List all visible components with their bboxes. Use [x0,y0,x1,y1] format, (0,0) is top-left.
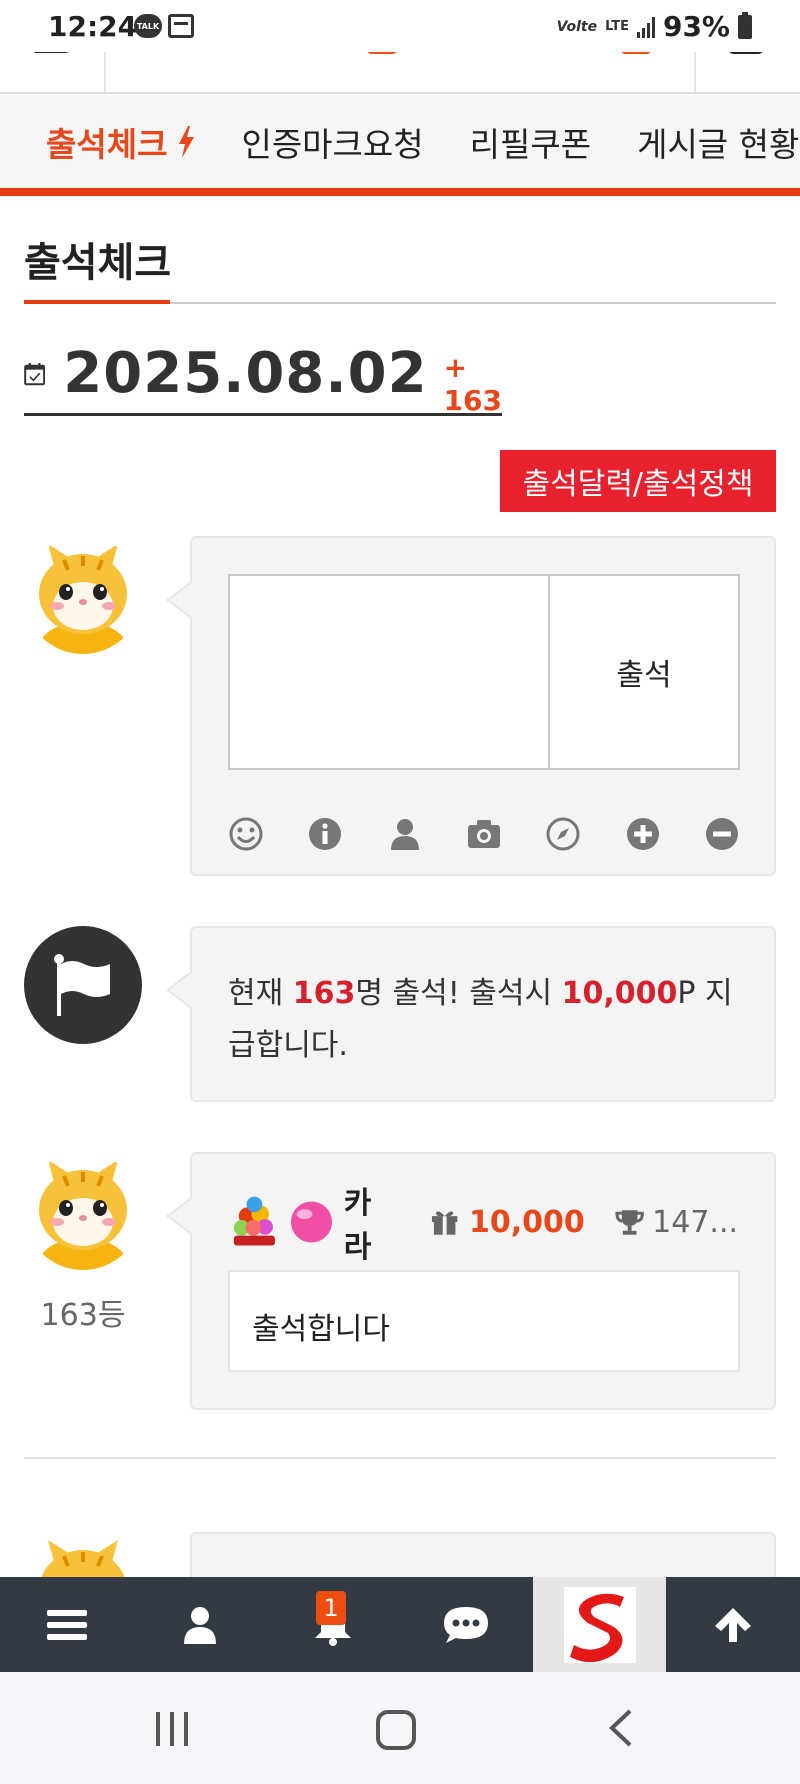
chat-icon [444,1606,488,1643]
chat-button[interactable] [399,1577,533,1672]
notice-bubble: 현재 163명 출석! 출석시 10,000P 지급합니다. [166,926,776,1102]
flag-icon [54,954,110,1016]
notice-count: 163 [292,976,356,1011]
status-time: 12:24 [48,10,138,43]
kakaotalk-icon: TALK [134,14,162,38]
notice-avatar [24,926,142,1044]
signal-icon [636,16,655,38]
calendar-notification-icon [168,14,194,38]
heading-underline [24,300,170,304]
page-title: 출석체크 [24,240,172,286]
avatar [24,1532,142,1577]
pink-ball-icon [290,1201,332,1243]
compass-icon[interactable] [545,816,581,852]
calendar-policy-button[interactable]: 출석달력/출석정책 [500,450,776,512]
comment-bubble: 카라 10,000 147... 출석합니다 [166,1152,776,1410]
profile-button[interactable] [133,1577,266,1672]
level-badge-icon [233,1196,275,1246]
lightning-icon [179,126,195,158]
plus-circle-icon[interactable] [625,816,661,852]
scroll-top-button[interactable] [666,1577,800,1672]
battery-icon [738,11,752,39]
entry-divider [24,1457,776,1459]
status-right: Volte LTE 93% [557,10,752,43]
rank-label: 163등 [40,1298,126,1333]
hamburger-icon [46,1609,87,1640]
lte-icon: LTE [605,18,629,34]
site-logo-icon [563,1586,636,1663]
tiger-avatar-icon [24,1152,142,1270]
user-name[interactable]: 카라 [344,1178,398,1266]
menu-button[interactable] [0,1577,133,1672]
notification-icons: TALK [134,14,194,38]
tab-certification-request[interactable]: 인증마크요청 [241,118,423,166]
calendar-check-icon [24,362,46,385]
bottom-toolbar: 1 [0,1577,800,1672]
trophy-count: 147... [652,1204,739,1240]
tab-refill-coupon[interactable]: 리필쿠폰 [470,118,591,166]
tab-label: 출석체크 [46,125,168,164]
tiger-avatar-icon [24,536,142,654]
notice-text: 현재 163명 출석! 출석시 10,000P 지급합니다. [228,968,738,1072]
minus-circle-icon[interactable] [704,816,740,852]
home-icon[interactable] [374,1708,418,1752]
arrow-up-icon [715,1607,751,1642]
attend-form: 출석 [228,574,740,770]
tab-label: 게시글 현황 [637,125,800,164]
site-logo-button[interactable] [533,1577,666,1672]
category-tabs: 출석체크 인증마크요청 리필쿠폰 게시글 현황 [0,96,800,196]
volte-icon: Volte [556,18,598,35]
attend-submit-button[interactable]: 출석 [550,576,738,768]
attend-tool-row [228,816,740,852]
user-row: 카라 10,000 147... [228,1186,739,1265]
tiger-avatar-icon [24,1532,142,1577]
avatar [24,536,142,654]
user-icon[interactable] [387,816,423,852]
top-nav [0,46,800,94]
comment-text: 출석합니다 [228,1270,740,1372]
status-bar: 12:24 TALK Volte LTE 93% [0,0,800,52]
tab-label: 리필쿠폰 [469,125,592,164]
tab-label: 인증마크요청 [241,125,424,164]
tab-post-status[interactable]: 게시글 현황 [637,118,799,166]
date-row: 2025.08.02 + 163 [24,334,503,417]
recent-apps-icon[interactable] [152,1708,192,1748]
info-icon[interactable] [307,816,343,852]
notice-points: 10,000 [561,976,678,1011]
avatar [24,1152,142,1270]
back-icon[interactable] [606,1708,636,1748]
attend-comment-input[interactable] [230,576,550,768]
user-icon [183,1606,216,1644]
notification-badge: 1 [316,1591,346,1625]
page-heading: 출석체크 [24,230,776,304]
attend-form-bubble: 출석 [166,536,776,876]
trophy-icon [615,1210,644,1235]
attendance-count: + 163 [443,350,503,417]
attendance-date: 2025.08.02 [63,341,428,406]
notice-middle: 명 출석! 출석시 [355,976,562,1011]
battery-percent: 93% [662,10,730,43]
user-points: 10,000 [469,1204,585,1240]
android-nav-bar [0,1672,800,1784]
smile-icon[interactable] [228,816,264,852]
camera-icon[interactable] [466,816,502,852]
nav-divider [694,46,696,92]
tab-attendance[interactable]: 출석체크 [46,118,195,166]
notification-button[interactable]: 1 [266,1577,399,1672]
gift-icon [431,1211,458,1235]
notice-prefix: 현재 [228,976,293,1011]
nav-divider [104,46,106,92]
